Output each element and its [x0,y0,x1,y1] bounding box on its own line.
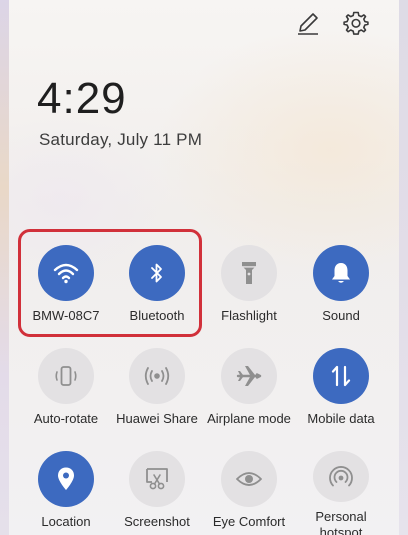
tile-label: Auto-rotate [33,411,99,426]
left-edge [0,0,9,535]
eye-comfort-toggle[interactable] [221,451,277,507]
tile-label: Flashlight [221,308,277,323]
bell-icon [332,263,350,283]
tile-label: Personal hotspot [315,509,367,535]
airplane-mode-toggle[interactable] [221,348,277,404]
tile-label: Sound [322,308,360,323]
tile-label: Location [41,514,91,529]
hotspot-icon [329,465,353,486]
tile-sound[interactable]: Sound [295,245,387,335]
location-toggle[interactable] [38,451,94,507]
edit-button[interactable] [293,8,323,38]
location-icon [58,467,74,490]
tile-label: Huawei Share [116,411,198,426]
tile-label: Eye Comfort [212,514,286,529]
right-edge [399,0,408,535]
tile-airplane-mode[interactable]: Airplane mode [203,348,295,438]
tile-label: Airplane mode [207,411,291,426]
tile-flashlight[interactable]: Flashlight [203,245,295,335]
eye-icon [236,472,262,486]
pencil-icon [298,13,318,35]
auto-rotate-icon [55,366,77,386]
highlight-box [18,229,202,337]
tile-eye-comfort[interactable]: Eye Comfort [203,451,295,535]
notification-panel: 4:29 Saturday, July 11 PM BMW-08C7 Bluet… [0,0,408,535]
huawei-share-icon [144,367,170,385]
huawei-share-toggle[interactable] [129,348,185,404]
airplane-icon [236,366,262,386]
tile-screenshot[interactable]: Screenshot [111,451,203,535]
personal-hotspot-toggle[interactable] [313,451,369,502]
screenshot-icon [146,468,168,490]
tile-label: Screenshot [124,514,190,529]
clock-time: 4:29 [37,74,127,123]
mobile-data-toggle[interactable] [313,348,369,404]
auto-rotate-toggle[interactable] [38,348,94,404]
tile-auto-rotate[interactable]: Auto-rotate [20,348,112,438]
flashlight-icon [242,262,256,284]
tile-huawei-share[interactable]: Huawei Share [111,348,203,438]
tile-label: Mobile data [307,411,375,426]
tile-location[interactable]: Location [20,451,112,535]
clock-date: Saturday, July 11 PM [39,130,203,149]
screenshot-toggle[interactable] [129,451,185,507]
flashlight-toggle[interactable] [221,245,277,301]
sound-toggle[interactable] [313,245,369,301]
mobile-data-icon [331,365,351,387]
settings-button[interactable] [341,8,371,38]
tile-personal-hotspot[interactable]: Personal hotspot [295,451,387,535]
gear-icon [343,11,369,35]
tile-mobile-data[interactable]: Mobile data [295,348,387,438]
